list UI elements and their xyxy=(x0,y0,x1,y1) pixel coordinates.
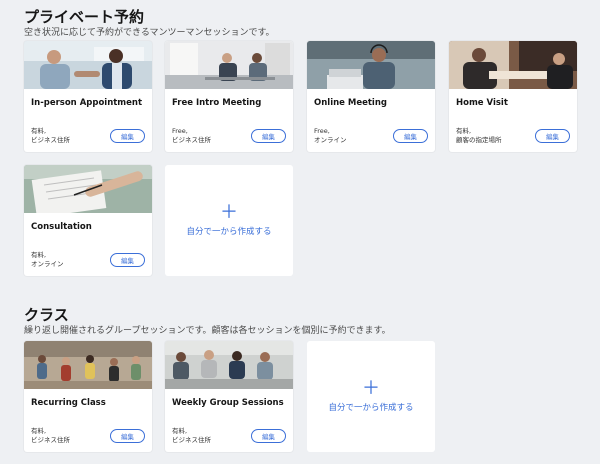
service-price-type: 有料, xyxy=(31,127,47,135)
service-card-in-person-appointment[interactable]: In-person Appointment 有料, ビジネス住所 編集 xyxy=(24,41,152,152)
service-card-home-visit[interactable]: Home Visit 有料, 顧客の指定場所 編集 xyxy=(449,41,577,152)
edit-button[interactable]: 編集 xyxy=(110,253,145,267)
service-price-type: 有料, xyxy=(456,127,472,135)
service-location: オンライン xyxy=(314,135,347,144)
service-price-type: Free, xyxy=(314,127,330,135)
service-image xyxy=(24,341,152,389)
service-meta: Free, オンライン xyxy=(314,127,347,144)
service-price-type: Free, xyxy=(172,127,188,135)
edit-button[interactable]: 編集 xyxy=(110,129,145,143)
classes-subtitle: 繰り返し開催されるグループセッションです。顧客は各セッションを個別に予約できます… xyxy=(24,326,391,336)
edit-button[interactable]: 編集 xyxy=(251,429,286,443)
service-card-recurring-class[interactable]: Recurring Class 有料, ビジネス住所 編集 xyxy=(24,341,152,452)
plus-icon: ＋ xyxy=(362,378,380,399)
service-location: 顧客の指定場所 xyxy=(456,135,502,144)
edit-button[interactable]: 編集 xyxy=(393,129,428,143)
edit-button[interactable]: 編集 xyxy=(251,129,286,143)
service-title: Free Intro Meeting xyxy=(172,98,262,108)
service-location: ビジネス住所 xyxy=(172,435,211,444)
service-title: Consultation xyxy=(31,222,92,232)
service-meta: 有料, オンライン xyxy=(31,251,64,268)
edit-button[interactable]: 編集 xyxy=(535,129,570,143)
service-title: Weekly Group Sessions xyxy=(172,398,284,408)
service-image xyxy=(449,41,577,89)
service-title: In-person Appointment xyxy=(31,98,143,108)
service-price-type: 有料, xyxy=(172,427,188,435)
service-image xyxy=(307,41,435,89)
service-location: ビジネス住所 xyxy=(31,435,70,444)
create-class-button[interactable]: ＋ 自分で一から作成する xyxy=(307,341,435,452)
service-meta: 有料, ビジネス住所 xyxy=(172,427,211,444)
service-price-type: 有料, xyxy=(31,251,47,259)
edit-button[interactable]: 編集 xyxy=(110,429,145,443)
service-meta: 有料, ビジネス住所 xyxy=(31,427,70,444)
service-price-type: 有料, xyxy=(31,427,47,435)
private-bookings-title: プライベート予約 xyxy=(24,8,145,26)
create-private-service-button[interactable]: ＋ 自分で一から作成する xyxy=(165,165,293,276)
service-title: Online Meeting xyxy=(314,98,387,108)
service-image xyxy=(24,41,152,89)
service-image xyxy=(165,341,293,389)
service-card-weekly-group-sessions[interactable]: Weekly Group Sessions 有料, ビジネス住所 編集 xyxy=(165,341,293,452)
service-location: ビジネス住所 xyxy=(172,135,211,144)
create-from-scratch-label: 自分で一から作成する xyxy=(186,227,272,237)
service-location: ビジネス住所 xyxy=(31,135,70,144)
service-title: Home Visit xyxy=(456,98,508,108)
service-meta: 有料, 顧客の指定場所 xyxy=(456,127,502,144)
service-meta: 有料, ビジネス住所 xyxy=(31,127,70,144)
private-bookings-subtitle: 空き状況に応じて予約ができるマンツーマンセッションです。 xyxy=(24,28,275,38)
classes-title: クラス xyxy=(24,306,69,324)
service-card-free-intro-meeting[interactable]: Free Intro Meeting Free, ビジネス住所 編集 xyxy=(165,41,293,152)
service-image xyxy=(165,41,293,89)
plus-icon: ＋ xyxy=(220,202,238,223)
service-card-online-meeting[interactable]: Online Meeting Free, オンライン 編集 xyxy=(307,41,435,152)
service-image xyxy=(24,165,152,213)
service-location: オンライン xyxy=(31,259,64,268)
service-title: Recurring Class xyxy=(31,398,106,408)
service-meta: Free, ビジネス住所 xyxy=(172,127,211,144)
create-from-scratch-label: 自分で一から作成する xyxy=(328,403,414,413)
service-card-consultation[interactable]: Consultation 有料, オンライン 編集 xyxy=(24,165,152,276)
